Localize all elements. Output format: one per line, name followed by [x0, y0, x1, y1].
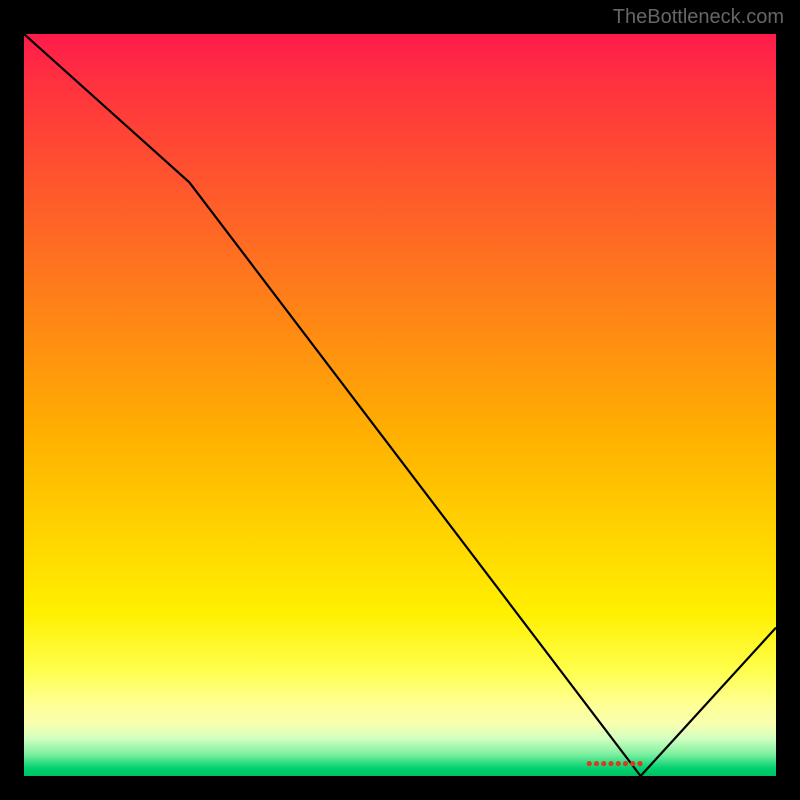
chart-plot-area: ●●●●●●●●	[20, 34, 780, 780]
chart-line-layer	[24, 34, 776, 776]
series-line	[24, 34, 776, 776]
attribution-text: TheBottleneck.com	[613, 6, 784, 29]
minimum-marker: ●●●●●●●●	[586, 756, 644, 770]
